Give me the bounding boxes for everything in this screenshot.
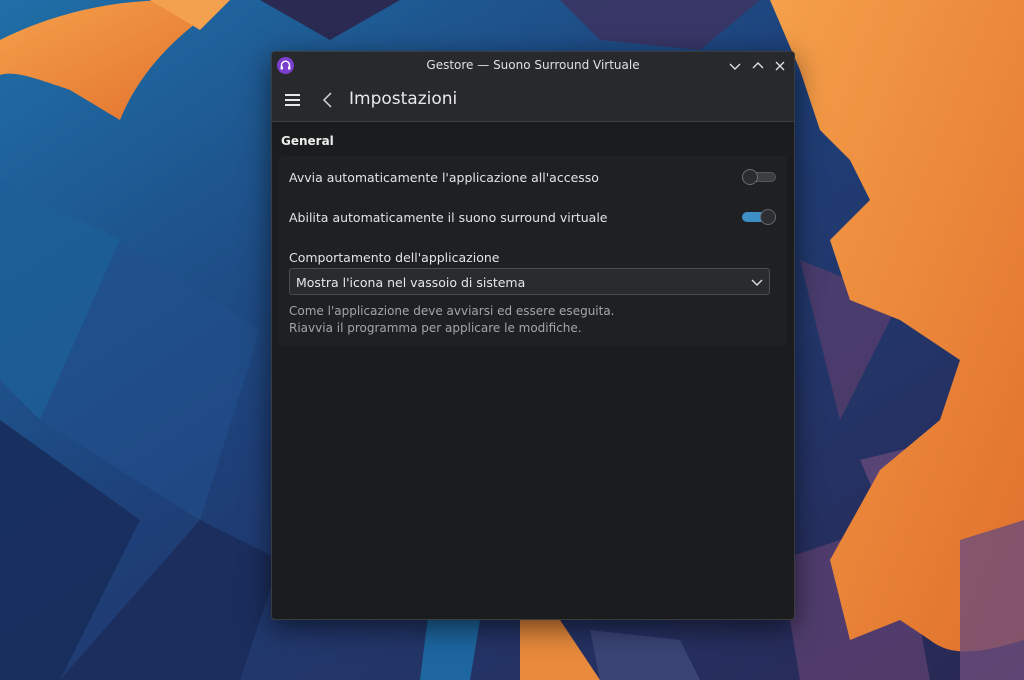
chevron-left-icon[interactable]: [321, 90, 335, 110]
minimize-button[interactable]: [727, 58, 743, 74]
behavior-select-value: Mostra l'icona nel vassoio di sistema: [296, 275, 526, 290]
general-settings-card: Avvia automaticamente l'applicazione all…: [278, 156, 787, 346]
hamburger-menu-icon[interactable]: [284, 91, 302, 109]
behavior-help-line-2: Riavvia il programma per applicare le mo…: [289, 321, 582, 335]
chevron-down-icon: [751, 279, 763, 286]
maximize-button[interactable]: [750, 58, 766, 74]
toggle-knob: [760, 209, 776, 225]
header-toolbar: Impostazioni: [272, 79, 794, 122]
autostart-toggle[interactable]: [742, 169, 776, 185]
behavior-label: Comportamento dell'applicazione: [289, 250, 500, 265]
window-titlebar[interactable]: Gestore — Suono Surround Virtuale: [272, 52, 794, 79]
close-button[interactable]: [772, 58, 788, 74]
virtual-surround-toggle[interactable]: [742, 209, 776, 225]
autostart-label: Avvia automaticamente l'applicazione all…: [289, 170, 599, 185]
section-header-general: General: [281, 134, 334, 148]
settings-window: Gestore — Suono Surround Virtuale Impost…: [271, 51, 795, 620]
window-title: Gestore — Suono Surround Virtuale: [426, 58, 640, 72]
behavior-help-line-1: Come l'applicazione deve avviarsi ed ess…: [289, 304, 615, 318]
headphones-icon[interactable]: [277, 57, 294, 74]
behavior-select[interactable]: Mostra l'icona nel vassoio di sistema: [289, 268, 770, 295]
page-title: Impostazioni: [349, 89, 458, 109]
virtual-surround-label: Abilita automaticamente il suono surroun…: [289, 210, 608, 225]
toggle-knob: [742, 169, 758, 185]
